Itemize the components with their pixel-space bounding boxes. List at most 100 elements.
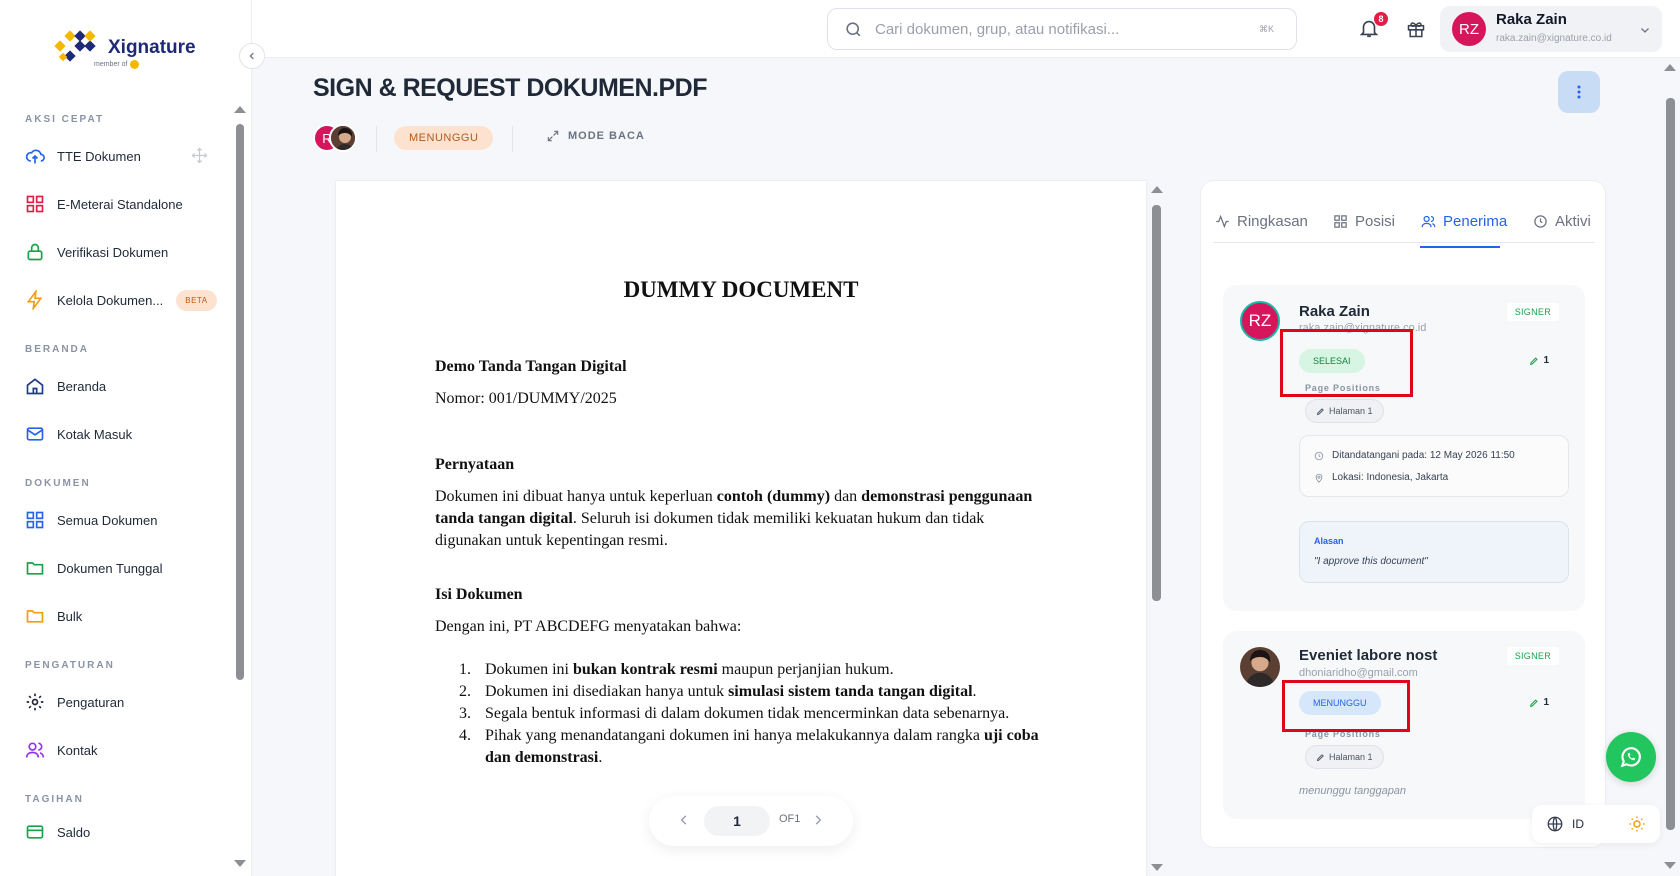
sidebar-item-kotak-masuk[interactable]: Kotak Masuk xyxy=(0,410,232,458)
sidebar-item-saldo[interactable]: Saldo xyxy=(0,812,232,852)
user-menu[interactable]: RZ Raka Zain raka.zain@xignature.co.id xyxy=(1440,6,1662,52)
page-navigator: 1 OF1 xyxy=(649,796,853,846)
avatar: RZ xyxy=(1240,301,1280,341)
doc-text: . xyxy=(598,749,603,766)
doc-text: dan xyxy=(830,488,862,505)
grid-icon xyxy=(26,511,44,529)
sidebar-item-dokumen-tunggal[interactable]: Dokumen Tunggal xyxy=(0,544,232,592)
brand-name: Xignature xyxy=(108,37,196,58)
signature-count: 1 xyxy=(1529,355,1549,366)
person-photo-icon xyxy=(1240,647,1280,687)
divider xyxy=(512,126,513,152)
more-options-button[interactable] xyxy=(1558,71,1600,113)
sidebar-item-beranda[interactable]: Beranda xyxy=(0,362,232,410)
doc-text-bold: tanda tangan digital xyxy=(435,510,573,527)
whatsapp-button[interactable] xyxy=(1606,732,1656,782)
sidebar-item-label: Verifikasi Dokumen xyxy=(57,244,169,260)
page-position-chip[interactable]: Halaman 1 xyxy=(1305,745,1384,769)
sidebar-item-kelola-dokumen[interactable]: Kelola Dokumen... BETA xyxy=(0,276,232,324)
location-pin-icon xyxy=(1315,473,1323,483)
page-scroll-down[interactable] xyxy=(1664,862,1676,869)
sidebar-item-bulk[interactable]: Bulk xyxy=(0,592,232,640)
signed-at-row: Ditandatangani pada: 12 May 2026 11:50 xyxy=(1314,450,1515,461)
chevron-left-icon[interactable] xyxy=(677,813,691,827)
list-number: 3. xyxy=(459,705,471,722)
chevron-down-icon xyxy=(1641,28,1649,33)
list-number: 4. xyxy=(459,727,471,744)
sun-icon[interactable] xyxy=(1628,815,1646,833)
clock-icon xyxy=(1314,451,1324,460)
doc-text-bold: bukan kontrak resmi xyxy=(573,661,718,678)
doc-text-bold: demonstrasi penggunaan xyxy=(861,488,1033,505)
avatar-photo xyxy=(1240,647,1280,687)
list-item: 4. Pihak yang menandatangani dokumen ini … xyxy=(435,725,1055,769)
collapse-sidebar-button[interactable] xyxy=(239,43,265,69)
search-input[interactable] xyxy=(875,20,1255,38)
read-mode-button[interactable]: MODE BACA xyxy=(546,129,645,143)
globe-icon[interactable] xyxy=(1546,815,1564,833)
page-scrollbar[interactable] xyxy=(1666,98,1675,830)
sidebar-item-e-meterai[interactable]: E-Meterai Standalone xyxy=(0,180,232,228)
language-theme-switcher: ID xyxy=(1532,805,1660,843)
chevron-right-icon[interactable] xyxy=(811,813,825,827)
page-scroll-up[interactable] xyxy=(1664,64,1676,71)
drag-move-icon[interactable] xyxy=(191,147,208,164)
doc-text: Dokumen ini disediakan hanya untuk xyxy=(485,683,729,700)
sidebar-item-semua-dokumen[interactable]: Semua Dokumen xyxy=(0,496,232,544)
language-label[interactable]: ID xyxy=(1572,817,1584,831)
folder-icon xyxy=(26,610,44,623)
doc-text: Dengan ini, PT ABCDEFG menyatakan bahwa: xyxy=(435,618,742,635)
sidebar-item-pengaturan[interactable]: Pengaturan xyxy=(0,678,232,726)
activity-icon xyxy=(1216,214,1229,228)
tab-label: Ringkasan xyxy=(1237,212,1308,230)
sidebar-item-label: Pengaturan xyxy=(57,694,125,710)
doc-section-title: Isi Dokumen xyxy=(435,586,523,603)
section-beranda: BERANDA xyxy=(25,344,89,355)
sidebar-item-kontak[interactable]: Kontak xyxy=(0,726,232,774)
sidebar-item-verifikasi[interactable]: Verifikasi Dokumen xyxy=(0,228,232,276)
section-dokumen: DOKUMEN xyxy=(25,478,91,489)
tab-label: Penerima xyxy=(1443,212,1508,230)
sidebar-scroll-down[interactable] xyxy=(234,860,246,867)
sidebar-scrollbar[interactable] xyxy=(236,124,244,680)
search-box[interactable]: ⌘K xyxy=(827,8,1297,50)
doc-heading: DUMMY DOCUMENT xyxy=(623,277,859,302)
signature-count: 1 xyxy=(1529,697,1549,708)
doc-subtitle: Demo Tanda Tangan Digital xyxy=(435,358,627,375)
doc-scroll-up[interactable] xyxy=(1151,186,1163,193)
avatar-photo xyxy=(329,124,357,152)
gift-icon[interactable] xyxy=(1406,19,1426,39)
expand-icon xyxy=(547,130,559,142)
user-email: raka.zain@xignature.co.id xyxy=(1496,33,1612,44)
count-value: 1 xyxy=(1543,355,1549,366)
sidebar-item-label: Bulk xyxy=(57,608,83,624)
users-icon xyxy=(1421,215,1436,227)
tab-penerima[interactable]: Penerima xyxy=(1421,209,1508,242)
sidebar-item-label: Kotak Masuk xyxy=(57,426,133,442)
home-icon xyxy=(26,378,44,395)
beta-badge: BETA xyxy=(176,289,217,311)
doc-text: Segala bentuk informasi di dalam dokumen… xyxy=(485,705,1010,722)
tab-aktivitas[interactable]: Aktivi xyxy=(1533,209,1591,242)
tab-posisi[interactable]: Posisi xyxy=(1333,209,1395,242)
doc-paragraph: Dokumen ini dibuat hanya untuk keperluan… xyxy=(435,486,1075,552)
whatsapp-icon xyxy=(1620,747,1641,768)
doc-scrollbar[interactable] xyxy=(1152,205,1161,601)
current-page-input[interactable]: 1 xyxy=(704,806,770,836)
doc-list: 1. Dokumen ini bukan kontrak resmi maupun… xyxy=(435,659,1055,769)
avatar: RZ xyxy=(1452,12,1486,46)
list-number: 2. xyxy=(459,683,471,700)
sidebar-item-label: E-Meterai Standalone xyxy=(57,196,183,212)
sidebar-item-label: TTE Dokumen xyxy=(57,148,141,164)
sidebar-scroll-up[interactable] xyxy=(234,106,246,113)
tab-ringkasan[interactable]: Ringkasan xyxy=(1215,209,1308,242)
participant-avatars[interactable]: R xyxy=(313,124,363,154)
sidebar-item-tte-dokumen[interactable]: TTE Dokumen xyxy=(0,132,232,180)
doc-scroll-down[interactable] xyxy=(1151,864,1163,871)
doc-section-title: Pernyataan xyxy=(435,456,515,473)
page-position-chip[interactable]: Halaman 1 xyxy=(1305,399,1384,423)
doc-text-bold: uji coba xyxy=(983,727,1039,744)
person-photo-icon xyxy=(331,126,355,150)
pen-icon xyxy=(1316,407,1324,415)
doc-text: Dokumen ini xyxy=(485,661,573,678)
